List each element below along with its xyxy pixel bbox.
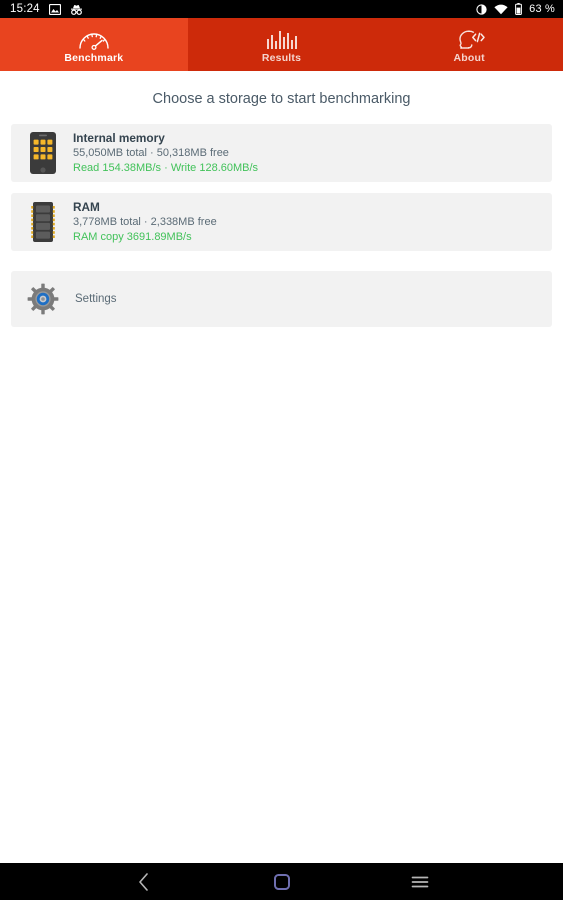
status-bar-left: 15:24: [10, 3, 83, 15]
storage-speed: RAM copy 3691.89MB/s: [73, 230, 192, 243]
nav-back-button[interactable]: [99, 872, 189, 892]
storage-card-internal-memory[interactable]: Internal memory 55,050MB total · 50,318M…: [11, 124, 552, 182]
incognito-icon: [70, 4, 83, 15]
page-title: Choose a storage to start benchmarking: [152, 91, 411, 107]
storage-speed: Read 154.38MB/s · Write 128.60MB/s: [73, 161, 259, 174]
storage-capacity: 3,778MB total · 2,338MB free: [73, 215, 217, 228]
ram-stick-icon: [25, 201, 61, 243]
gear-icon: [25, 283, 61, 315]
storage-name: RAM: [73, 199, 100, 214]
nav-home-button[interactable]: [237, 872, 327, 892]
storage-capacity: 55,050MB total · 50,318MB free: [73, 146, 229, 159]
wifi-icon: [494, 4, 508, 15]
settings-label: Settings: [75, 293, 117, 305]
tab-results-label: Results: [261, 51, 302, 64]
status-bar: 15:24 63 %: [0, 0, 563, 18]
battery-icon: [515, 3, 523, 15]
status-clock: 15:24: [10, 3, 40, 15]
speedometer-icon: [77, 28, 111, 50]
tab-results[interactable]: Results: [187, 18, 376, 71]
status-bar-right: 63 %: [476, 3, 555, 15]
storage-card-text: Internal memory 55,050MB total · 50,318M…: [73, 131, 258, 176]
settings-row[interactable]: Settings: [11, 271, 552, 327]
tab-bar: Benchmark Results About: [0, 18, 563, 71]
storage-card-text: RAM 3,778MB total · 2,338MB free RAM cop…: [73, 200, 217, 245]
screenshot-icon: [48, 3, 61, 15]
phone-storage-icon: [25, 131, 61, 175]
storage-card-ram[interactable]: RAM 3,778MB total · 2,338MB free RAM cop…: [11, 193, 552, 251]
developer-head-icon: [452, 28, 486, 50]
bar-chart-icon: [266, 28, 298, 50]
tab-about[interactable]: About: [375, 18, 563, 71]
tab-benchmark[interactable]: Benchmark: [0, 18, 188, 71]
tab-about-label: About: [453, 51, 485, 64]
nav-recents-button[interactable]: [375, 874, 465, 890]
battery-percent: 63 %: [529, 3, 555, 15]
system-nav-bar: [0, 863, 563, 900]
app-root: 15:24 63 % Benchmark Results About Choos…: [0, 0, 563, 900]
storage-name: Internal memory: [73, 130, 165, 145]
tab-benchmark-label: Benchmark: [64, 51, 124, 64]
dnd-icon: [476, 3, 487, 15]
